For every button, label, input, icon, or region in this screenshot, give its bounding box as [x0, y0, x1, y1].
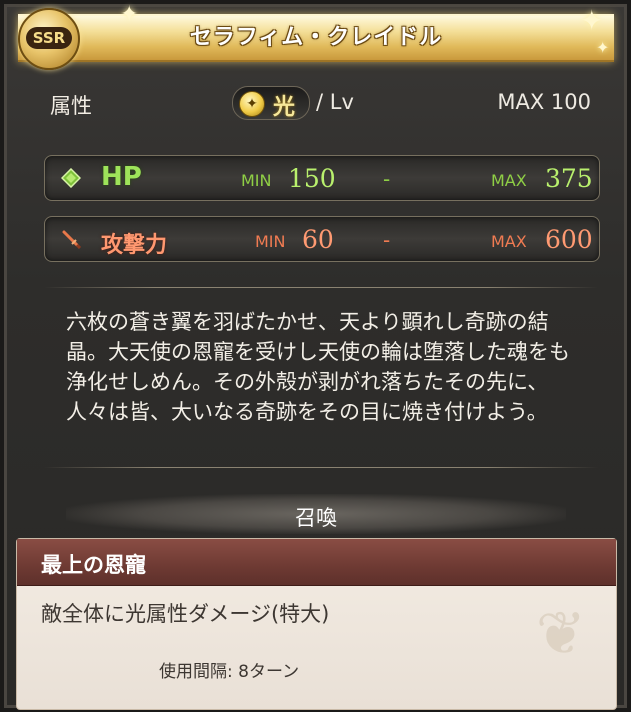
- card-title: セラフィム・クレイドル: [189, 25, 443, 50]
- level-label: / Lv: [316, 90, 354, 114]
- sparkle-icon: ✦: [120, 2, 139, 27]
- attack-stat-row: 攻撃力 MIN 60 - MAX 600: [44, 216, 600, 262]
- hp-label: HP: [101, 162, 142, 192]
- light-element-icon: ✦: [239, 91, 265, 117]
- skill-title-bar: 最上の恩寵: [17, 539, 616, 586]
- hp-min-label: MIN: [241, 171, 272, 190]
- max-level: MAX 100: [497, 90, 591, 114]
- summon-section-header: 召喚: [66, 494, 566, 534]
- attack-max-value: 600: [545, 225, 593, 254]
- divider: [44, 467, 598, 468]
- hp-diamond-icon: [61, 168, 81, 188]
- attack-label: 攻撃力: [101, 233, 168, 258]
- hp-max-value: 375: [545, 164, 593, 193]
- skill-name: 最上の恩寵: [41, 553, 146, 577]
- skill-description: 敵全体に光属性ダメージ(特大): [41, 602, 330, 626]
- sparkle-icon: ✦: [580, 4, 604, 37]
- hp-min-value: 150: [288, 164, 336, 193]
- rarity-label: SSR: [26, 27, 72, 49]
- ssr-rarity-badge: SSR: [18, 8, 80, 70]
- hp-stat-row: HP MIN 150 - MAX 375: [44, 155, 600, 201]
- attribute-label: 属性: [50, 94, 92, 118]
- attack-min-label: MIN: [255, 232, 286, 251]
- summon-label: 召喚: [295, 506, 337, 530]
- element-badge: ✦ 光: [232, 86, 310, 120]
- attack-max-label: MAX: [491, 232, 527, 251]
- hp-max-label: MAX: [491, 171, 527, 190]
- skill-cooldown: 使用間隔: 8ターン: [159, 662, 300, 682]
- title-bar: セラフィム・クレイドル: [18, 14, 614, 62]
- attack-separator: -: [383, 228, 391, 252]
- flavor-text: 六枚の蒼き翼を羽ばたかせ、天より顕れし奇跡の結晶。大天使の恩寵を受けし天使の輪は…: [66, 310, 570, 424]
- hp-separator: -: [383, 167, 391, 191]
- summon-skill-panel: ❦ 最上の恩寵 敵全体に光属性ダメージ(特大) 使用間隔: 8ターン: [16, 538, 617, 710]
- attack-min-value: 60: [302, 225, 334, 254]
- element-name: 光: [273, 95, 296, 120]
- divider: [44, 287, 598, 288]
- decorative-flourish-icon: ❦: [535, 599, 586, 669]
- sparkle-icon: ✦: [596, 38, 610, 57]
- sword-icon: [62, 230, 81, 249]
